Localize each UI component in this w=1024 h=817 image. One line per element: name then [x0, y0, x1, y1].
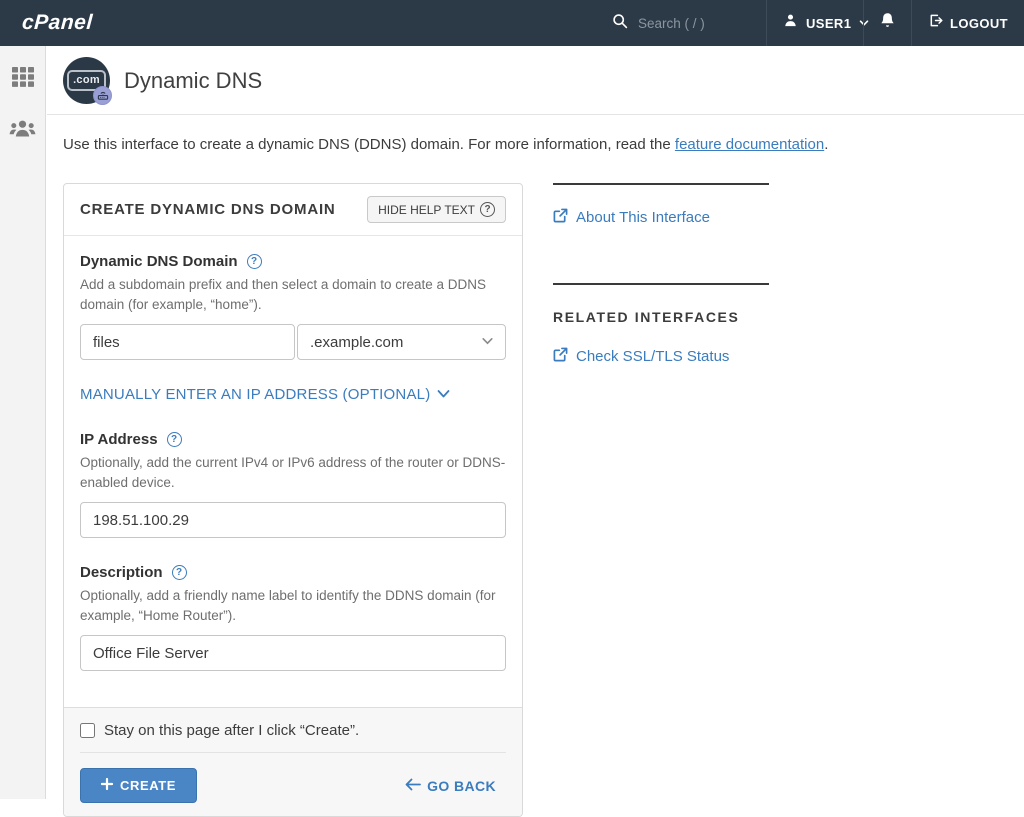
ip-label: IP Address [80, 431, 158, 448]
navbar-spacer [115, 0, 596, 46]
check-ssl-link[interactable]: Check SSL/TLS Status [553, 347, 769, 366]
search-input[interactable] [638, 16, 748, 31]
ip-help-icon[interactable]: ? [167, 432, 182, 447]
hide-help-label: HIDE HELP TEXT [378, 203, 475, 217]
go-back-label: GO BACK [427, 778, 496, 794]
users-group-icon [9, 118, 36, 145]
plus-icon [101, 778, 113, 793]
router-badge-icon [93, 86, 112, 105]
hide-help-text-button[interactable]: HIDE HELP TEXT ? [367, 196, 506, 223]
navbar-search[interactable] [596, 0, 766, 46]
chevron-down-icon [437, 386, 450, 403]
manual-ip-toggle[interactable]: MANUALLY ENTER AN IP ADDRESS (OPTIONAL) [80, 386, 506, 403]
description-help-text: Optionally, add a friendly name label to… [80, 586, 506, 625]
create-button[interactable]: CREATE [80, 768, 197, 803]
intro-text: Use this interface to create a dynamic D… [63, 136, 675, 153]
logout-icon [928, 13, 944, 33]
external-link-icon [553, 208, 568, 227]
domain-help-text: Add a subdomain prefix and then select a… [80, 275, 506, 314]
notifications-button[interactable] [863, 0, 911, 46]
cpanel-logo[interactable]: cPanel [0, 0, 115, 46]
sidebar-item-users[interactable] [10, 118, 36, 144]
domain-field-group: Dynamic DNS Domain ? Add a subdomain pre… [80, 253, 506, 360]
main-content: .com Dynamic DNS Use this interface to c… [47, 46, 1024, 799]
cpanel-logo-text: cPanel [21, 11, 93, 35]
aside-divider-related [553, 283, 769, 285]
stay-on-page-row: Stay on this page after I click “Create”… [80, 722, 506, 753]
create-button-label: CREATE [120, 778, 176, 793]
help-circle-icon: ? [480, 202, 495, 217]
external-link-icon [553, 347, 568, 366]
ip-field-group: IP Address ? Optionally, add the current… [80, 431, 506, 538]
domain-select[interactable]: .example.com [297, 324, 506, 360]
card-title: CREATE DYNAMIC DNS DOMAIN [80, 201, 336, 218]
card-header: CREATE DYNAMIC DNS DOMAIN HIDE HELP TEXT… [64, 184, 522, 236]
description-help-icon[interactable]: ? [172, 565, 187, 580]
user-icon [783, 13, 798, 33]
create-ddns-card: CREATE DYNAMIC DNS DOMAIN HIDE HELP TEXT… [63, 183, 523, 817]
stay-on-page-checkbox[interactable] [80, 723, 95, 738]
domain-help-icon[interactable]: ? [247, 254, 262, 269]
go-back-link[interactable]: GO BACK [405, 778, 496, 794]
page-title: Dynamic DNS [124, 68, 262, 94]
top-navbar: cPanel USER1 LOGOUT [0, 0, 1024, 46]
user-menu[interactable]: USER1 [766, 0, 863, 46]
search-icon [612, 13, 628, 34]
right-column: About This Interface RELATED INTERFACES … [553, 183, 769, 817]
logout-label: LOGOUT [950, 16, 1008, 31]
card-body: Dynamic DNS Domain ? Add a subdomain pre… [64, 236, 522, 707]
check-ssl-label: Check SSL/TLS Status [576, 348, 729, 365]
user-name: USER1 [806, 16, 851, 31]
page-header: .com Dynamic DNS [47, 46, 1024, 115]
description-field-group: Description ? Optionally, add a friendly… [80, 564, 506, 671]
arrow-left-icon [405, 778, 421, 794]
domain-select-value: .example.com [310, 334, 403, 351]
intro-paragraph: Use this interface to create a dynamic D… [47, 115, 1024, 153]
ip-address-input[interactable] [80, 502, 506, 538]
select-caret-icon [482, 336, 493, 348]
description-label: Description [80, 564, 163, 581]
form-actions: CREATE GO BACK [80, 768, 506, 803]
dynamic-dns-app-icon: .com [63, 57, 110, 104]
logout-button[interactable]: LOGOUT [911, 0, 1024, 46]
manual-ip-label: MANUALLY ENTER AN IP ADDRESS (OPTIONAL) [80, 386, 430, 403]
content-columns: CREATE DYNAMIC DNS DOMAIN HIDE HELP TEXT… [47, 153, 1024, 817]
intro-period: . [824, 136, 828, 153]
about-interface-label: About This Interface [576, 209, 710, 226]
subdomain-input[interactable] [80, 324, 295, 360]
bell-icon [879, 12, 896, 35]
stay-on-page-label: Stay on this page after I click “Create”… [104, 722, 359, 739]
about-interface-link[interactable]: About This Interface [553, 208, 769, 227]
grid-icon [11, 65, 35, 94]
card-footer: Stay on this page after I click “Create”… [64, 707, 522, 816]
domain-label: Dynamic DNS Domain [80, 253, 238, 270]
feature-documentation-link[interactable]: feature documentation [675, 136, 824, 153]
related-interfaces-heading: RELATED INTERFACES [553, 309, 769, 325]
description-input[interactable] [80, 635, 506, 671]
ip-help-text: Optionally, add the current IPv4 or IPv6… [80, 453, 506, 492]
sidebar-item-home[interactable] [10, 66, 36, 92]
aside-divider-top [553, 183, 769, 185]
left-sidebar [0, 46, 46, 799]
